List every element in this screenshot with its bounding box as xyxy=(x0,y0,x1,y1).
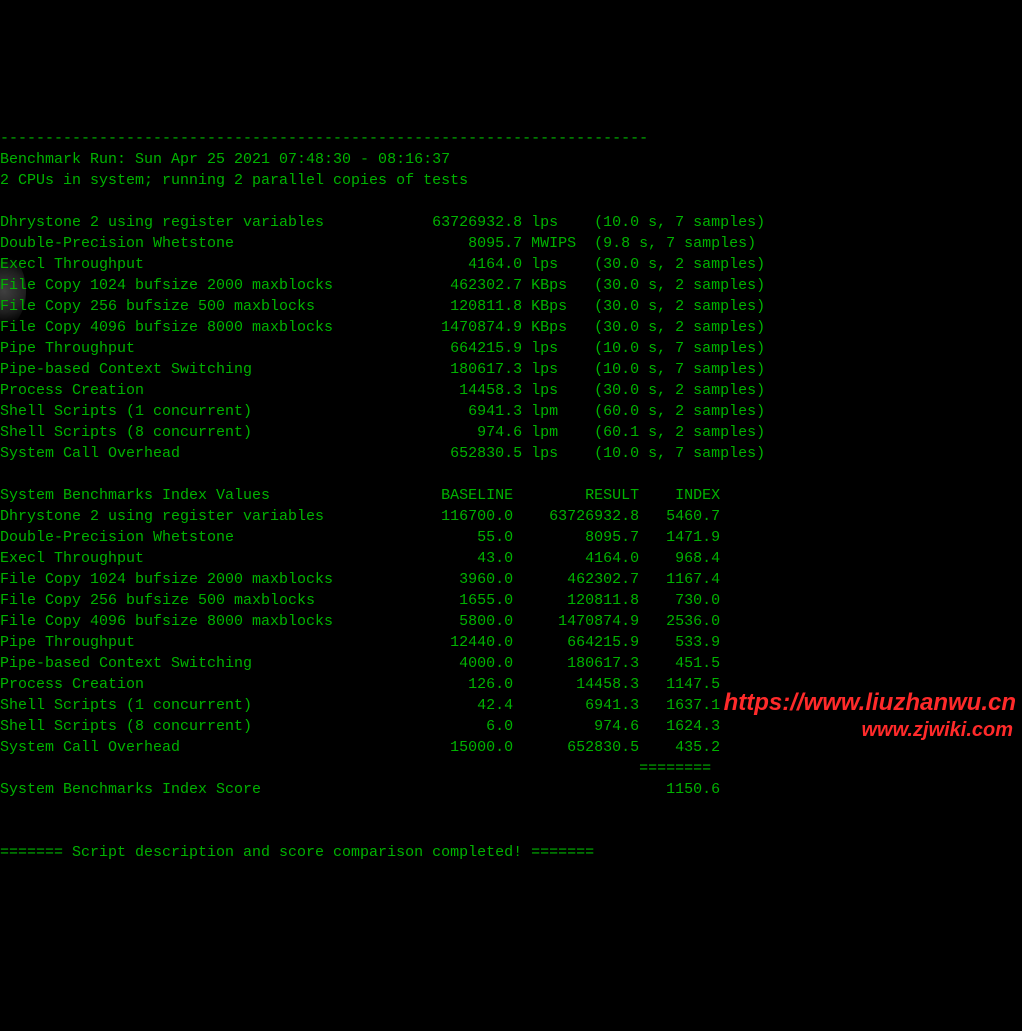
terminal-line xyxy=(0,800,1022,821)
terminal-line: Shell Scripts (8 concurrent) 6.0 974.6 1… xyxy=(0,716,1022,737)
terminal-line: Shell Scripts (1 concurrent) 42.4 6941.3… xyxy=(0,695,1022,716)
terminal-line: System Benchmarks Index Values BASELINE … xyxy=(0,485,1022,506)
terminal-line: Benchmark Run: Sun Apr 25 2021 07:48:30 … xyxy=(0,149,1022,170)
terminal-line: Pipe Throughput 664215.9 lps (10.0 s, 7 … xyxy=(0,338,1022,359)
terminal-line: File Copy 256 bufsize 500 maxblocks 1655… xyxy=(0,590,1022,611)
terminal-line: File Copy 1024 bufsize 2000 maxblocks 46… xyxy=(0,275,1022,296)
terminal-line: 2 CPUs in system; running 2 parallel cop… xyxy=(0,170,1022,191)
terminal-line: Pipe-based Context Switching 4000.0 1806… xyxy=(0,653,1022,674)
terminal-line: System Benchmarks Index Score 1150.6 xyxy=(0,779,1022,800)
terminal-line: Dhrystone 2 using register variables 637… xyxy=(0,212,1022,233)
terminal-line: File Copy 4096 bufsize 8000 maxblocks 14… xyxy=(0,317,1022,338)
terminal-line: Process Creation 126.0 14458.3 1147.5 xyxy=(0,674,1022,695)
terminal-line: Process Creation 14458.3 lps (30.0 s, 2 … xyxy=(0,380,1022,401)
terminal-line: Double-Precision Whetstone 8095.7 MWIPS … xyxy=(0,233,1022,254)
terminal-line xyxy=(0,821,1022,842)
terminal-line: Double-Precision Whetstone 55.0 8095.7 1… xyxy=(0,527,1022,548)
terminal-line: Execl Throughput 4164.0 lps (30.0 s, 2 s… xyxy=(0,254,1022,275)
terminal-line: Execl Throughput 43.0 4164.0 968.4 xyxy=(0,548,1022,569)
terminal-line xyxy=(0,464,1022,485)
terminal-output: ----------------------------------------… xyxy=(0,128,1022,863)
terminal-line: ======= Script description and score com… xyxy=(0,842,1022,863)
terminal-line: File Copy 256 bufsize 500 maxblocks 1208… xyxy=(0,296,1022,317)
terminal-line: Shell Scripts (1 concurrent) 6941.3 lpm … xyxy=(0,401,1022,422)
terminal-line xyxy=(0,191,1022,212)
terminal-line: File Copy 4096 bufsize 8000 maxblocks 58… xyxy=(0,611,1022,632)
terminal-line: Pipe-based Context Switching 180617.3 lp… xyxy=(0,359,1022,380)
terminal-line: Dhrystone 2 using register variables 116… xyxy=(0,506,1022,527)
terminal-line: System Call Overhead 652830.5 lps (10.0 … xyxy=(0,443,1022,464)
terminal-line: Shell Scripts (8 concurrent) 974.6 lpm (… xyxy=(0,422,1022,443)
terminal-line: ======== xyxy=(0,758,1022,779)
terminal-line: File Copy 1024 bufsize 2000 maxblocks 39… xyxy=(0,569,1022,590)
terminal-line: Pipe Throughput 12440.0 664215.9 533.9 xyxy=(0,632,1022,653)
terminal-line: ----------------------------------------… xyxy=(0,128,1022,149)
